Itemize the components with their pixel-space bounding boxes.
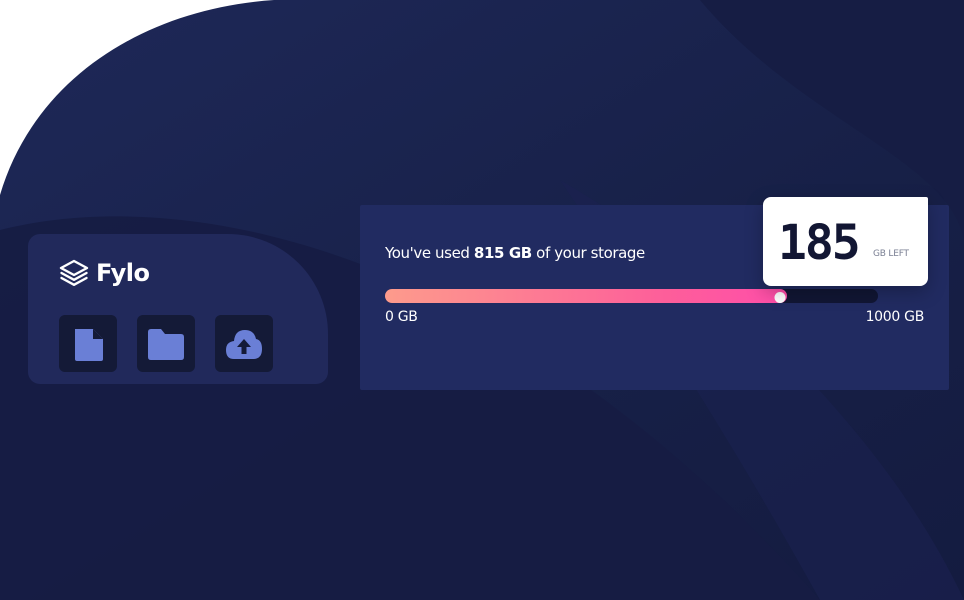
brand-name: Fylo bbox=[96, 259, 150, 287]
usage-text: You've used 815 GB of your storage bbox=[385, 244, 645, 262]
storage-progress-fill bbox=[385, 289, 787, 303]
cloud-upload-icon bbox=[226, 329, 262, 359]
used-amount: 815 GB bbox=[473, 244, 532, 262]
folder-icon bbox=[148, 328, 184, 360]
storage-remaining-badge: 185 GB LEFT bbox=[763, 197, 928, 286]
scale-max-label: 1000 GB bbox=[865, 309, 925, 325]
document-icon bbox=[75, 328, 103, 361]
scale-min-label: 0 GB bbox=[385, 309, 418, 325]
storage-progress-bar bbox=[385, 289, 878, 303]
usage-prefix: You've used bbox=[385, 244, 474, 262]
page: Fylo You've used 815 GB of your storage … bbox=[0, 0, 964, 600]
usage-suffix: of your storage bbox=[531, 244, 645, 262]
brand: Fylo bbox=[58, 258, 150, 288]
remaining-value: 185 bbox=[778, 215, 861, 271]
toolbar bbox=[59, 315, 273, 372]
progress-indicator bbox=[774, 292, 786, 303]
stacked-layers-icon bbox=[59, 259, 89, 286]
document-button[interactable] bbox=[59, 315, 117, 372]
logo-panel: Fylo bbox=[28, 234, 328, 384]
upload-button[interactable] bbox=[215, 315, 273, 372]
folder-button[interactable] bbox=[137, 315, 195, 372]
remaining-unit: GB LEFT bbox=[873, 249, 909, 259]
